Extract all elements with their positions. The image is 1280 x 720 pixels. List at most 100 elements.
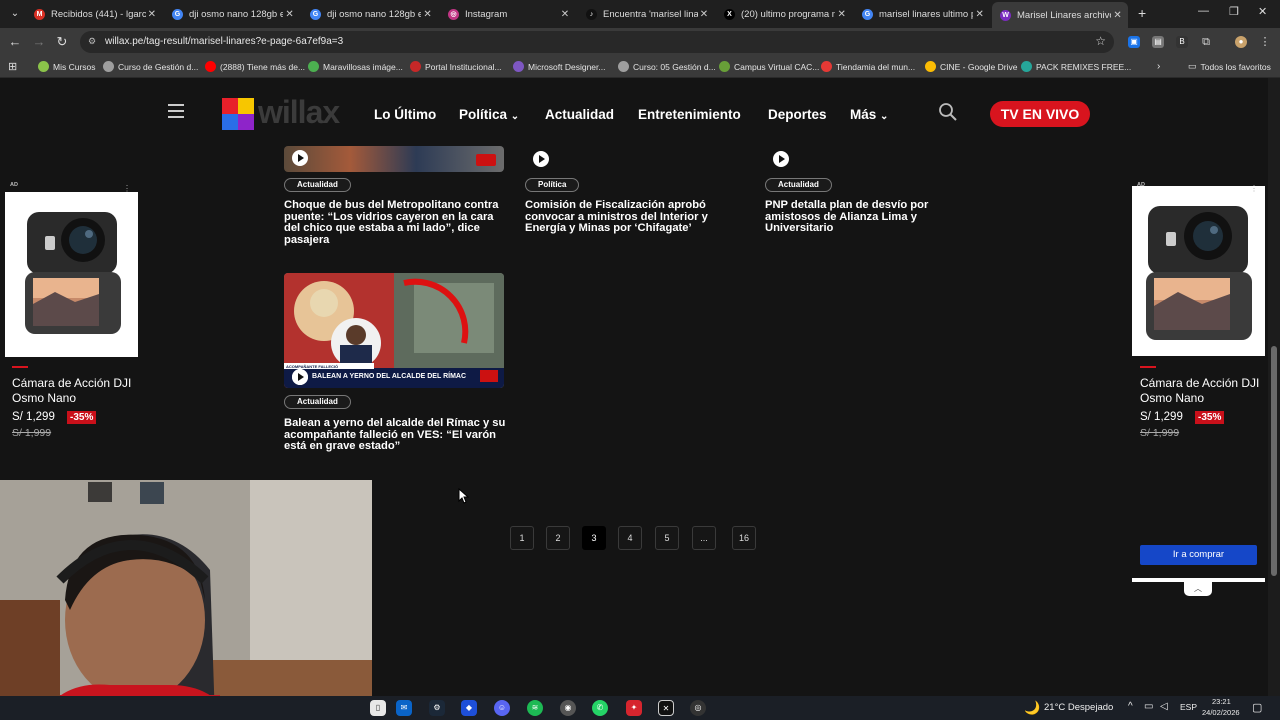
bookmark-item[interactable]: Mis Cursos: [38, 61, 96, 72]
forward-icon[interactable]: →: [30, 34, 48, 49]
tab-close-icon[interactable]: ✕: [698, 9, 710, 20]
bookmark-item[interactable]: Tiendamia del mun...: [821, 61, 915, 72]
new-tab-icon[interactable]: +: [1138, 5, 1146, 21]
willax-logo[interactable]: willax: [222, 94, 342, 130]
browser-tab[interactable]: Gmarisel linares ultimo pro✕: [854, 4, 990, 24]
bookmark-star-icon[interactable]: ☆: [1095, 34, 1106, 48]
spotify-icon[interactable]: ≋: [527, 700, 543, 716]
article-thumbnail[interactable]: ACOMPAÑANTE FALLECIÓ BALEAN A YERNO DEL …: [284, 273, 504, 388]
tray-expand-icon[interactable]: ^: [1128, 701, 1133, 712]
play-icon[interactable]: [533, 151, 549, 167]
app-icon[interactable]: ✦: [626, 700, 642, 716]
browser-tab[interactable]: M Recibidos (441) - lgarciad✕: [26, 4, 162, 24]
page-link[interactable]: 2: [546, 526, 570, 550]
extension-icon[interactable]: B: [1176, 36, 1188, 48]
nav-actualidad[interactable]: Actualidad: [545, 107, 614, 122]
nav-politica[interactable]: Política ⌄: [459, 107, 519, 122]
bookmark-item[interactable]: Curso de Gestión d...: [103, 61, 198, 72]
bookmark-item[interactable]: PACK REMIXES FREE...: [1021, 61, 1131, 72]
bookmark-item[interactable]: Microsoft Designer...: [513, 61, 605, 72]
all-bookmarks-folder[interactable]: ▭ Todos los favoritos: [1188, 61, 1271, 72]
bookmark-item[interactable]: CINE - Google Drive: [925, 61, 1017, 72]
tab-close-icon[interactable]: ✕: [558, 9, 572, 20]
close-window-icon[interactable]: ✕: [1258, 5, 1267, 18]
bookmark-item[interactable]: Portal Institucional...: [410, 61, 502, 72]
tab-close-icon[interactable]: ✕: [283, 9, 296, 20]
browser-tab[interactable]: X (20) ultimo programa ma ✕: [716, 4, 852, 24]
chrome-icon[interactable]: ◉: [560, 700, 576, 716]
site-info-icon[interactable]: ⚙: [88, 36, 100, 48]
weather-text[interactable]: 21°C Despejado: [1044, 702, 1113, 713]
category-badge[interactable]: Actualidad: [284, 395, 351, 409]
nav-mas[interactable]: Más ⌄: [850, 107, 888, 122]
category-badge[interactable]: Política: [525, 178, 580, 192]
discord-icon[interactable]: ☺: [494, 700, 510, 716]
scrollbar-thumb[interactable]: [1271, 346, 1277, 576]
outlook-icon[interactable]: ✉: [396, 700, 412, 716]
profile-avatar[interactable]: ●: [1235, 36, 1247, 48]
clock-date[interactable]: 24/02/2026: [1202, 708, 1240, 717]
nav-lo-ultimo[interactable]: Lo Último: [374, 107, 436, 122]
tab-search-icon[interactable]: ⌄: [6, 5, 24, 23]
reload-icon[interactable]: ↻: [53, 34, 71, 50]
ad-right[interactable]: AD ⋮ Cámara de Acción DJI Osmo Nano S/ 1…: [1132, 182, 1265, 584]
ad-options-icon[interactable]: ⋮: [123, 184, 131, 193]
steam-icon[interactable]: ⚙: [429, 700, 445, 716]
play-icon[interactable]: [773, 151, 789, 167]
hamburger-menu-icon[interactable]: [168, 104, 184, 118]
page-link-last[interactable]: 16: [732, 526, 756, 550]
tab-close-icon[interactable]: ✕: [146, 9, 158, 20]
language-indicator[interactable]: ESP: [1180, 702, 1197, 712]
tv-en-vivo-button[interactable]: TV EN VIVO: [990, 101, 1090, 127]
more-bookmarks-icon[interactable]: ›: [1157, 61, 1160, 72]
clock-time[interactable]: 23:21: [1212, 697, 1231, 706]
nav-entretenimiento[interactable]: Entretenimiento: [638, 107, 741, 122]
weather-icon[interactable]: 🌙: [1024, 700, 1040, 716]
page-link[interactable]: 1: [510, 526, 534, 550]
browser-tab[interactable]: W Marisel Linares archivos ✕: [992, 2, 1128, 28]
bookmark-item[interactable]: Curso: 05 Gestión d...: [618, 61, 716, 72]
volume-icon[interactable]: ◁: [1160, 701, 1168, 712]
minimize-icon[interactable]: —: [1198, 5, 1209, 17]
ad-left[interactable]: AD ⋮ Cámara de Acción DJI Osmo Nano S/ 1…: [5, 182, 138, 474]
browser-tab[interactable]: ♪ Encuentra 'marisel linares✕: [578, 4, 714, 24]
page-link-current[interactable]: 3: [582, 526, 606, 550]
nav-deportes[interactable]: Deportes: [768, 107, 827, 122]
article-headline[interactable]: PNP detalla plan de desvío por amistosos…: [765, 199, 965, 235]
ad-options-icon[interactable]: ⋮: [1250, 184, 1258, 193]
extensions-puzzle-icon[interactable]: ⧉: [1200, 36, 1212, 48]
back-icon[interactable]: ←: [6, 34, 24, 49]
tab-close-icon[interactable]: ✕: [973, 9, 986, 20]
ad-collapse-icon[interactable]: ︿: [1184, 582, 1212, 596]
browser-tab[interactable]: ◎ Instagram ✕: [440, 4, 576, 24]
article-headline[interactable]: Comisión de Fiscalización aprobó convoca…: [525, 199, 747, 235]
whatsapp-icon[interactable]: ✆: [592, 700, 608, 716]
category-badge[interactable]: Actualidad: [765, 178, 832, 192]
tab-close-icon[interactable]: ✕: [421, 9, 434, 20]
bookmark-item[interactable]: Maravillosas imáge...: [308, 61, 403, 72]
tab-close-icon[interactable]: ✕: [835, 9, 848, 20]
restore-icon[interactable]: ❐: [1229, 5, 1239, 18]
extension-icon[interactable]: ▤: [1152, 36, 1164, 48]
obs-icon[interactable]: ◎: [690, 700, 706, 716]
browser-menu-icon[interactable]: ⋮: [1259, 36, 1271, 48]
extension-icon[interactable]: ▣: [1128, 36, 1140, 48]
tab-close-icon[interactable]: ✕: [1111, 10, 1124, 21]
bookmark-item[interactable]: Campus Virtual CAC...: [719, 61, 819, 72]
article-headline[interactable]: Choque de bus del Metropolitano contra p…: [284, 199, 506, 247]
bookmark-item[interactable]: (2888) Tiene más de...: [205, 61, 305, 72]
app-icon[interactable]: ◆: [461, 700, 477, 716]
article-headline[interactable]: Balean a yerno del alcalde del Rímac y s…: [284, 417, 506, 453]
article-thumbnail[interactable]: [284, 146, 504, 172]
apps-grid-icon[interactable]: ⊞: [8, 60, 17, 73]
capcut-icon[interactable]: ✕: [658, 700, 674, 716]
network-icon[interactable]: ▭: [1144, 701, 1153, 712]
browser-tab[interactable]: Gdji osmo nano 128gb en ✕: [302, 4, 438, 24]
notifications-icon[interactable]: ▢: [1252, 701, 1262, 714]
category-badge[interactable]: Actualidad: [284, 178, 351, 192]
search-icon[interactable]: [938, 102, 958, 122]
page-link[interactable]: 5: [655, 526, 679, 550]
address-bar[interactable]: ⚙ willax.pe/tag-result/marisel-linares?e…: [80, 31, 1114, 53]
ir-a-comprar-button[interactable]: Ir a comprar: [1140, 545, 1257, 565]
file-icon[interactable]: ▯: [370, 700, 386, 716]
